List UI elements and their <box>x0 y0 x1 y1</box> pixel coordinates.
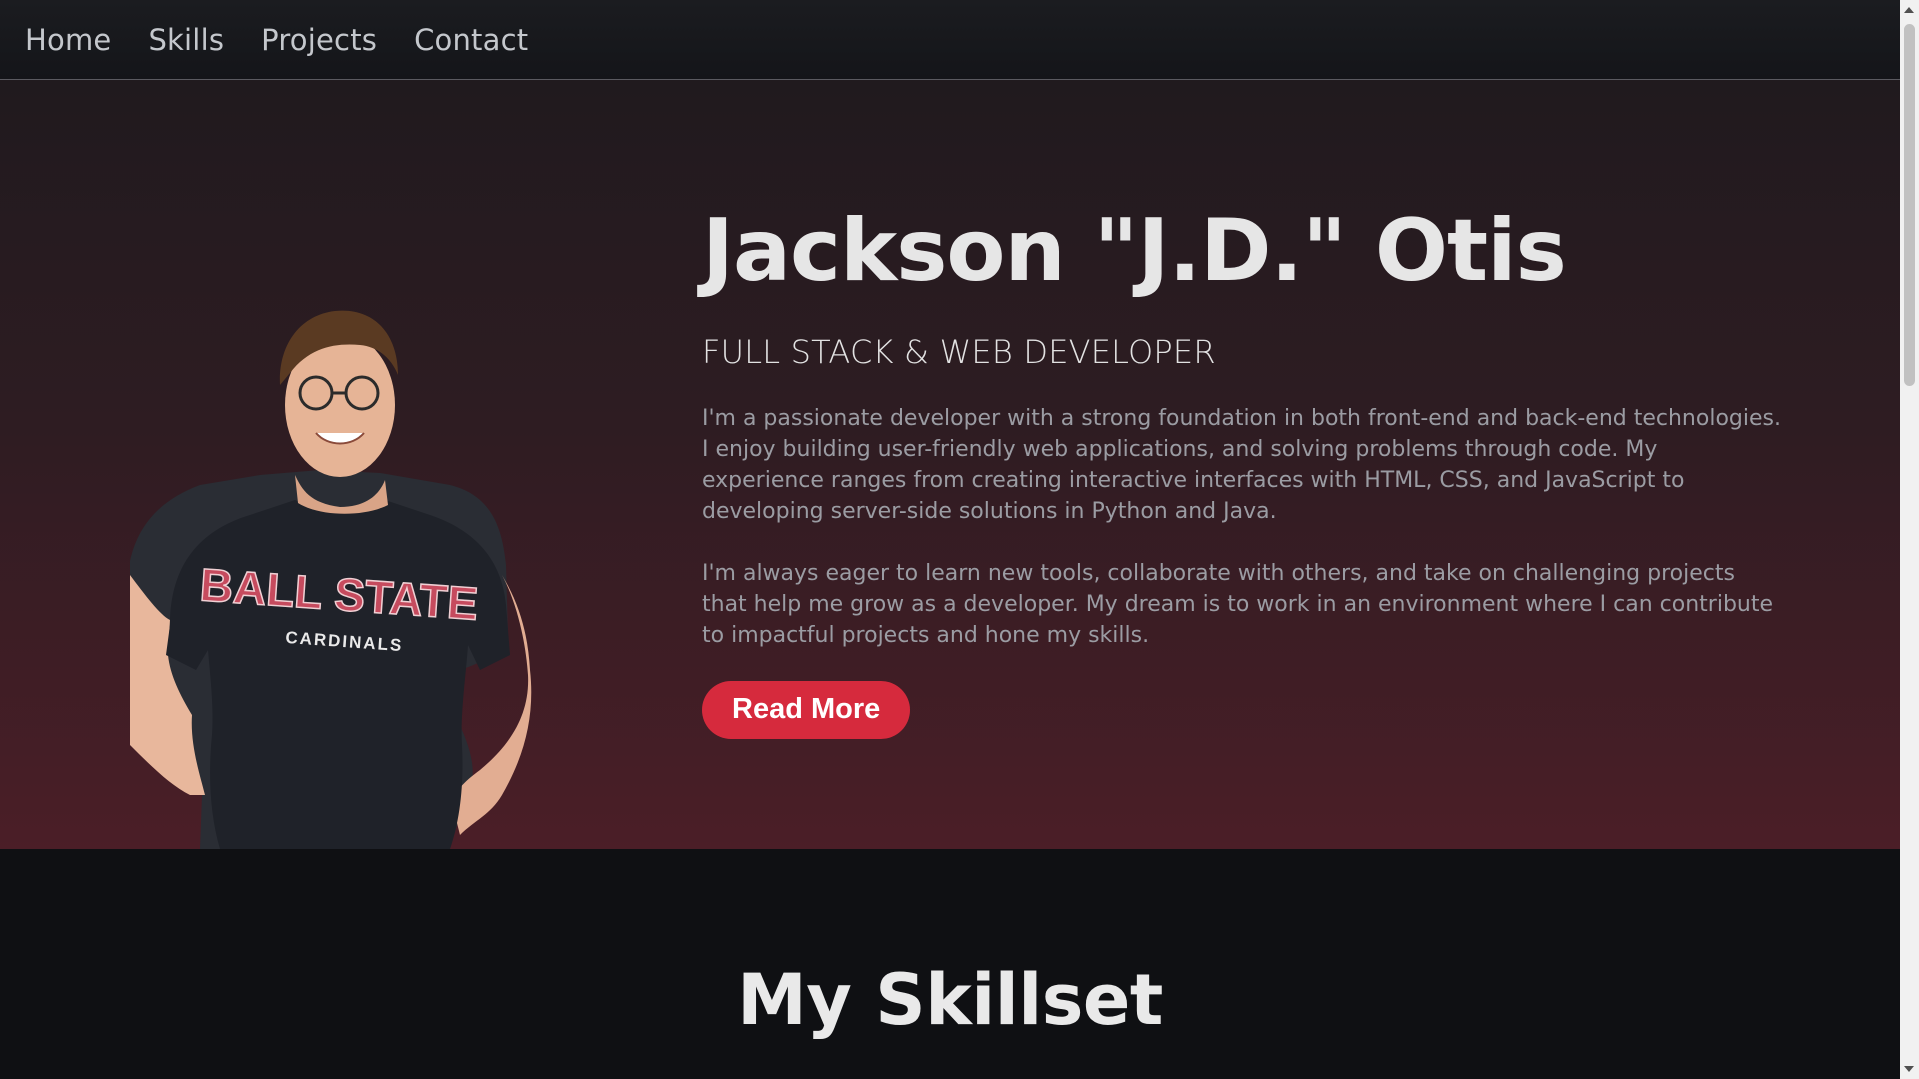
scroll-down-arrow-icon[interactable] <box>1904 1066 1914 1072</box>
page: Home Skills Projects Contact BALL STATE … <box>0 0 1900 1079</box>
hero-subtitle: FULL STACK & WEB DEVELOPER <box>702 333 1216 372</box>
hero-text-block: Jackson "J.D." Otis FULL STACK & WEB DEV… <box>702 200 1782 740</box>
hero-title: Jackson "J.D." Otis <box>702 201 1567 301</box>
profile-photo: BALL STATE CARDINALS <box>130 310 532 849</box>
skills-heading: My Skillset <box>737 959 1163 1041</box>
nav-link-projects[interactable]: Projects <box>261 23 377 57</box>
hero-paragraph-2: I'm always eager to learn new tools, col… <box>702 561 1774 649</box>
nav-link-contact[interactable]: Contact <box>414 23 528 57</box>
hero-section: BALL STATE CARDINALS Jackson "J.D." Otis… <box>0 80 1900 849</box>
top-navbar: Home Skills Projects Contact <box>0 0 1900 80</box>
nav-link-home[interactable]: Home <box>25 23 111 57</box>
nav-link-skills[interactable]: Skills <box>148 23 224 57</box>
skills-section: My Skillset <box>0 849 1900 1079</box>
hero-paragraph-1: I'm a passionate developer with a strong… <box>702 406 1781 525</box>
scrollbar-thumb[interactable] <box>1904 24 1915 386</box>
vertical-scrollbar[interactable] <box>1900 0 1919 1079</box>
scroll-up-arrow-icon[interactable] <box>1904 7 1914 13</box>
read-more-button[interactable]: Read More <box>702 681 911 740</box>
